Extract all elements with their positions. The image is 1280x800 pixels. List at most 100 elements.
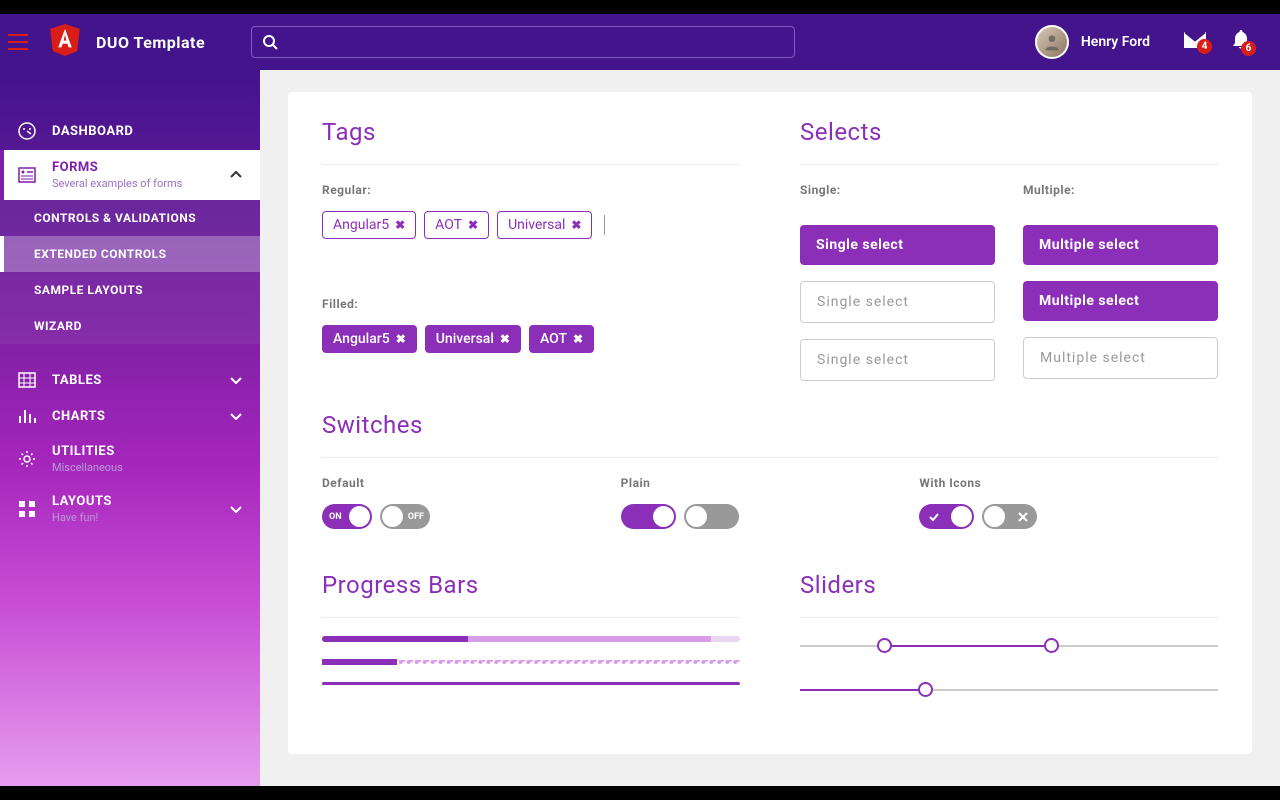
hamburger-menu-icon[interactable]	[8, 34, 28, 50]
sidebar-subitem-extended[interactable]: EXTENDED CONTROLS	[0, 236, 260, 272]
sidebar-forms-submenu: CONTROLS & VALIDATIONS EXTENDED CONTROLS…	[0, 200, 260, 344]
tag-filled[interactable]: Angular5✖	[322, 325, 417, 353]
slider-handle-low[interactable]	[877, 638, 892, 653]
switch-default-label: Default	[322, 476, 621, 490]
switch-plain-label: Plain	[621, 476, 920, 490]
switch-icons-label: With Icons	[919, 476, 1218, 490]
sidebar-item-utilities[interactable]: UTILITIES Miscellaneous	[0, 434, 260, 484]
progress-fill	[322, 682, 740, 685]
range-slider[interactable]	[800, 636, 1218, 656]
tag-filled[interactable]: Universal✖	[425, 325, 521, 353]
sidebar-item-label: CHARTS	[52, 409, 230, 424]
progress-bar-thin	[322, 682, 740, 685]
tag-filled[interactable]: AOT✖	[529, 325, 594, 353]
sidebar-item-label: UTILITIES	[52, 444, 242, 459]
sidebar-item-forms[interactable]: FORMS Several examples of forms	[0, 150, 260, 200]
sliders-section-title: Sliders	[800, 571, 1218, 599]
text-cursor[interactable]	[604, 215, 605, 235]
chevron-down-icon	[230, 409, 242, 424]
slider-handle-high[interactable]	[1044, 638, 1059, 653]
single-select-filled[interactable]: Single select	[800, 225, 995, 265]
chevron-down-icon	[230, 373, 242, 388]
user-name[interactable]: Henry Ford	[1081, 34, 1150, 50]
single-select-outline[interactable]: Single select	[800, 281, 995, 323]
mail-icon[interactable]: 4	[1184, 32, 1206, 52]
angular-logo-icon	[50, 24, 80, 60]
tag-remove-icon[interactable]: ✖	[573, 332, 583, 346]
selects-section-title: Selects	[800, 118, 1218, 146]
check-icon	[923, 506, 944, 527]
tags-section-title: Tags	[322, 118, 740, 146]
switches-section-title: Switches	[322, 411, 1218, 439]
search-input-container[interactable]	[251, 26, 795, 58]
sidebar-item-layouts[interactable]: LAYOUTS Have fun!	[0, 484, 260, 534]
tag-remove-icon[interactable]: ✖	[395, 218, 405, 232]
chevron-down-icon	[230, 502, 242, 517]
sidebar-item-tables[interactable]: TABLES	[0, 362, 260, 398]
multiple-select-outline[interactable]: Multiple select	[1023, 337, 1218, 379]
tag-regular[interactable]: AOT✖	[424, 211, 489, 239]
mail-badge: 4	[1197, 39, 1212, 54]
tag-remove-icon[interactable]: ✖	[468, 218, 478, 232]
chart-icon	[18, 408, 40, 424]
sidebar-subitem-wizard[interactable]: WIZARD	[0, 308, 260, 344]
tags-regular-row: Angular5✖ AOT✖ Universal✖	[322, 211, 740, 239]
selects-multiple-label: Multiple:	[1023, 183, 1218, 197]
single-select-outline[interactable]: Single select	[800, 339, 995, 381]
grid-icon	[18, 500, 40, 518]
form-icon	[18, 166, 40, 184]
single-slider[interactable]	[800, 680, 1218, 700]
slider-handle[interactable]	[918, 682, 933, 697]
chevron-up-icon	[230, 168, 242, 183]
tag-remove-icon[interactable]: ✖	[500, 332, 510, 346]
progress-bar-dotted	[322, 660, 740, 664]
multiple-select-filled[interactable]: Multiple select	[1023, 281, 1218, 321]
table-icon	[18, 372, 40, 388]
sidebar: DASHBOARD FORMS Several examples of form…	[0, 70, 260, 786]
tag-remove-icon[interactable]: ✖	[396, 332, 406, 346]
toggle-default-on[interactable]: ON	[322, 504, 372, 529]
progress-bar-primary	[322, 636, 740, 642]
tags-filled-label: Filled:	[322, 297, 740, 311]
sidebar-item-label: TABLES	[52, 373, 230, 388]
sidebar-subitem-controls[interactable]: CONTROLS & VALIDATIONS	[0, 200, 260, 236]
toggle-default-off[interactable]: OFF	[380, 504, 430, 529]
search-input[interactable]	[286, 34, 784, 50]
sidebar-item-label: DASHBOARD	[52, 124, 242, 139]
gauge-icon	[18, 122, 40, 140]
progress-fill	[322, 636, 468, 642]
toggle-icons-off[interactable]	[982, 504, 1037, 529]
tag-regular[interactable]: Universal✖	[497, 211, 592, 239]
multiple-select-filled[interactable]: Multiple select	[1023, 225, 1218, 265]
window-border-bottom	[0, 786, 1280, 800]
sidebar-item-subtitle: Miscellaneous	[52, 461, 242, 474]
toggle-plain-off[interactable]	[684, 504, 739, 529]
sidebar-subitem-layouts[interactable]: SAMPLE LAYOUTS	[0, 272, 260, 308]
main-content: Tags Regular: Angular5✖ AOT✖ Universal✖ …	[260, 70, 1280, 786]
tags-filled-row: Angular5✖ Universal✖ AOT✖	[322, 325, 740, 353]
sidebar-item-subtitle: Have fun!	[52, 511, 230, 524]
extended-controls-card: Tags Regular: Angular5✖ AOT✖ Universal✖ …	[288, 92, 1252, 754]
progress-fill	[322, 659, 397, 665]
sidebar-item-dashboard[interactable]: DASHBOARD	[0, 112, 260, 150]
tags-regular-label: Regular:	[322, 183, 740, 197]
user-avatar[interactable]	[1035, 25, 1069, 59]
toggle-plain-on[interactable]	[621, 504, 676, 529]
bell-icon[interactable]: 6	[1232, 30, 1250, 54]
tag-regular[interactable]: Angular5✖	[322, 211, 416, 239]
tag-remove-icon[interactable]: ✖	[571, 218, 581, 232]
progress-section-title: Progress Bars	[322, 571, 740, 599]
window-border-top	[0, 0, 1280, 14]
sidebar-item-subtitle: Several examples of forms	[52, 177, 230, 190]
close-icon	[1012, 506, 1033, 527]
toggle-icons-on[interactable]	[919, 504, 974, 529]
brand-title: DUO Template	[96, 33, 205, 52]
search-icon	[262, 34, 278, 50]
header-bar: DUO Template Henry Ford 4 6	[0, 14, 1280, 70]
selects-single-label: Single:	[800, 183, 995, 197]
bell-badge: 6	[1241, 41, 1256, 56]
sidebar-item-charts[interactable]: CHARTS	[0, 398, 260, 434]
gear-icon	[18, 450, 40, 468]
sidebar-item-label: FORMS	[52, 160, 230, 175]
sidebar-item-label: LAYOUTS	[52, 494, 230, 509]
